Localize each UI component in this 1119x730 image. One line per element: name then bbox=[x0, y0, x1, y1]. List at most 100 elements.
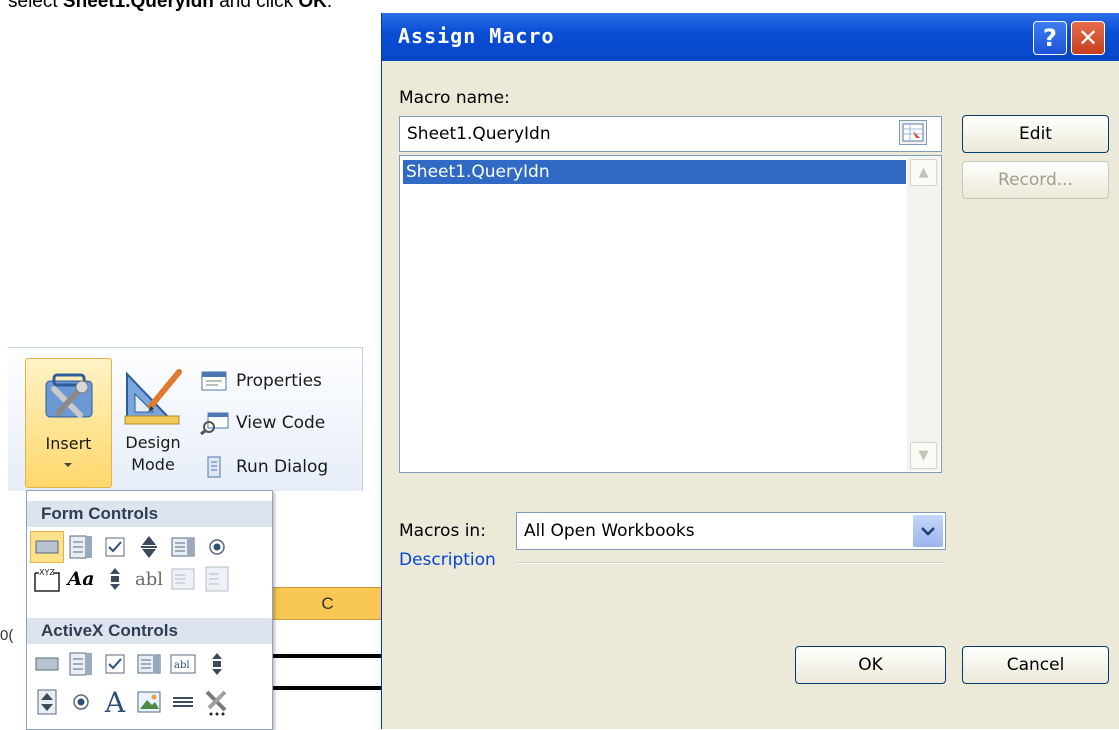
spin-button-icon bbox=[37, 689, 57, 715]
combo-box-icon bbox=[69, 535, 92, 559]
check-box-icon bbox=[105, 654, 125, 674]
chevron-down-icon bbox=[64, 463, 72, 467]
ok-button[interactable]: OK bbox=[795, 646, 946, 684]
activex-text-box-control[interactable]: abl bbox=[166, 648, 200, 680]
scroll-bar-icon bbox=[212, 653, 222, 675]
record-button[interactable]: Record... bbox=[962, 161, 1109, 199]
insert-controls-dropdown: Form Controls XYZ Aa abl ActiveX Control… bbox=[26, 490, 273, 730]
activex-scroll-bar-control[interactable] bbox=[200, 648, 234, 680]
run-dialog-icon bbox=[207, 456, 221, 478]
activex-controls-row-2: A bbox=[30, 686, 234, 719]
combo-list-edit-icon bbox=[171, 568, 195, 590]
check-box-icon bbox=[105, 537, 125, 557]
text-box-abl-text: abl bbox=[174, 660, 190, 671]
scroll-bar-icon bbox=[110, 568, 120, 590]
scroll-up-icon[interactable]: ▲ bbox=[910, 159, 937, 186]
combo-box-icon bbox=[69, 652, 92, 676]
list-item[interactable]: Sheet1.QueryIdn bbox=[403, 160, 906, 184]
edit-button[interactable]: Edit bbox=[962, 115, 1109, 153]
text-box-icon: abl bbox=[170, 654, 196, 674]
form-controls-header: Form Controls bbox=[27, 501, 272, 527]
combo-drop-down-edit-icon bbox=[205, 566, 229, 592]
macros-in-label: Macros in: bbox=[399, 521, 486, 541]
form-spin-button-control[interactable] bbox=[132, 531, 166, 563]
form-controls-row-1 bbox=[30, 531, 234, 563]
more-controls-icon bbox=[205, 690, 227, 716]
form-combo-list-edit-control bbox=[166, 563, 200, 595]
range-select-icon bbox=[902, 123, 924, 142]
cancel-button[interactable]: Cancel bbox=[962, 646, 1109, 684]
macro-name-label: Macro name: bbox=[399, 88, 510, 108]
option-button-icon bbox=[73, 694, 89, 710]
form-group-box-control[interactable]: XYZ bbox=[30, 563, 64, 595]
form-text-field-control: abl bbox=[134, 568, 163, 590]
activex-spin-button-control[interactable] bbox=[30, 686, 64, 718]
sheet-cell-fragment: 0( bbox=[0, 627, 14, 644]
form-check-box-control[interactable] bbox=[98, 531, 132, 563]
activex-option-button-control[interactable] bbox=[64, 686, 98, 718]
form-controls-row-2: XYZ Aa abl bbox=[30, 563, 234, 595]
close-button[interactable]: ✕ bbox=[1071, 21, 1105, 55]
button-icon bbox=[35, 540, 59, 554]
collapse-dialog-button[interactable] bbox=[899, 120, 927, 145]
insert-label: Insert bbox=[45, 434, 92, 453]
column-header-c[interactable]: C bbox=[271, 587, 384, 620]
properties-button[interactable]: Properties bbox=[200, 369, 322, 393]
macro-list[interactable]: Sheet1.QueryIdn ▲ ▼ bbox=[399, 155, 942, 473]
macros-in-value: All Open Workbooks bbox=[524, 521, 695, 541]
activex-combo-box-control[interactable] bbox=[64, 648, 98, 680]
form-label-control[interactable]: Aa bbox=[64, 563, 98, 595]
macros-in-select[interactable]: All Open Workbooks bbox=[516, 512, 946, 550]
cell-border-line bbox=[271, 654, 384, 658]
dialog-title: Assign Macro bbox=[398, 24, 555, 48]
design-mode-button[interactable]: Design Mode bbox=[115, 358, 191, 486]
developer-ribbon-group: Insert Design Mode Properties View Code … bbox=[8, 347, 363, 491]
activex-command-button-control[interactable] bbox=[30, 648, 64, 680]
sheet-row-headers bbox=[0, 560, 25, 729]
run-dialog-button[interactable]: Run Dialog bbox=[200, 455, 328, 479]
toggle-button-icon bbox=[173, 697, 193, 707]
activex-list-box-control[interactable] bbox=[132, 648, 166, 680]
form-combo-box-control[interactable] bbox=[64, 531, 98, 563]
form-button-control[interactable] bbox=[30, 531, 64, 563]
option-button-icon bbox=[209, 539, 225, 555]
run-dialog-label: Run Dialog bbox=[236, 457, 329, 477]
activex-more-controls[interactable] bbox=[200, 686, 234, 718]
activex-toggle-button-control[interactable] bbox=[166, 686, 200, 718]
description-label: Description bbox=[399, 550, 496, 570]
chevron-down-icon bbox=[921, 527, 935, 536]
form-list-box-control[interactable] bbox=[166, 531, 200, 563]
view-code-button[interactable]: View Code bbox=[200, 411, 325, 435]
activex-check-box-control[interactable] bbox=[98, 648, 132, 680]
dropdown-arrow-icon[interactable] bbox=[913, 515, 943, 547]
activex-label-control[interactable]: A bbox=[98, 686, 132, 719]
activex-image-control[interactable] bbox=[132, 686, 166, 718]
form-scroll-bar-control[interactable] bbox=[98, 563, 132, 595]
toolbox-icon bbox=[45, 373, 93, 418]
list-box-icon bbox=[137, 654, 161, 674]
cell-border-line bbox=[271, 686, 384, 690]
insert-button[interactable]: Insert bbox=[25, 358, 112, 488]
dialog-titlebar[interactable]: Assign Macro ? ✕ bbox=[382, 13, 1119, 61]
design-label-line1: Design bbox=[125, 433, 181, 452]
properties-label: Properties bbox=[236, 371, 322, 391]
image-icon bbox=[137, 691, 161, 713]
activex-controls-row-1: abl bbox=[30, 648, 234, 680]
design-label-line2: Mode bbox=[131, 455, 175, 474]
instruction-text: select Sheet1.QueryIdn and click OK. bbox=[8, 0, 333, 12]
group-box-icon: XYZ bbox=[34, 568, 60, 592]
activex-controls-header: ActiveX Controls bbox=[27, 618, 272, 644]
list-box-icon bbox=[171, 537, 195, 557]
scroll-down-icon[interactable]: ▼ bbox=[910, 442, 937, 469]
assign-macro-dialog: Assign Macro ? ✕ Macro name: Sheet1.Quer… bbox=[381, 13, 1119, 729]
form-combo-drop-down-edit-control bbox=[200, 563, 234, 595]
help-button[interactable]: ? bbox=[1033, 21, 1067, 55]
description-divider bbox=[516, 562, 943, 564]
macro-list-scrollbar[interactable]: ▲ ▼ bbox=[907, 157, 940, 471]
macro-name-input[interactable]: Sheet1.QueryIdn bbox=[399, 116, 942, 152]
spin-button-icon bbox=[141, 536, 157, 558]
properties-icon bbox=[201, 371, 227, 391]
design-mode-icon bbox=[124, 369, 182, 425]
view-code-icon bbox=[200, 412, 229, 435]
form-option-button-control[interactable] bbox=[200, 531, 234, 563]
